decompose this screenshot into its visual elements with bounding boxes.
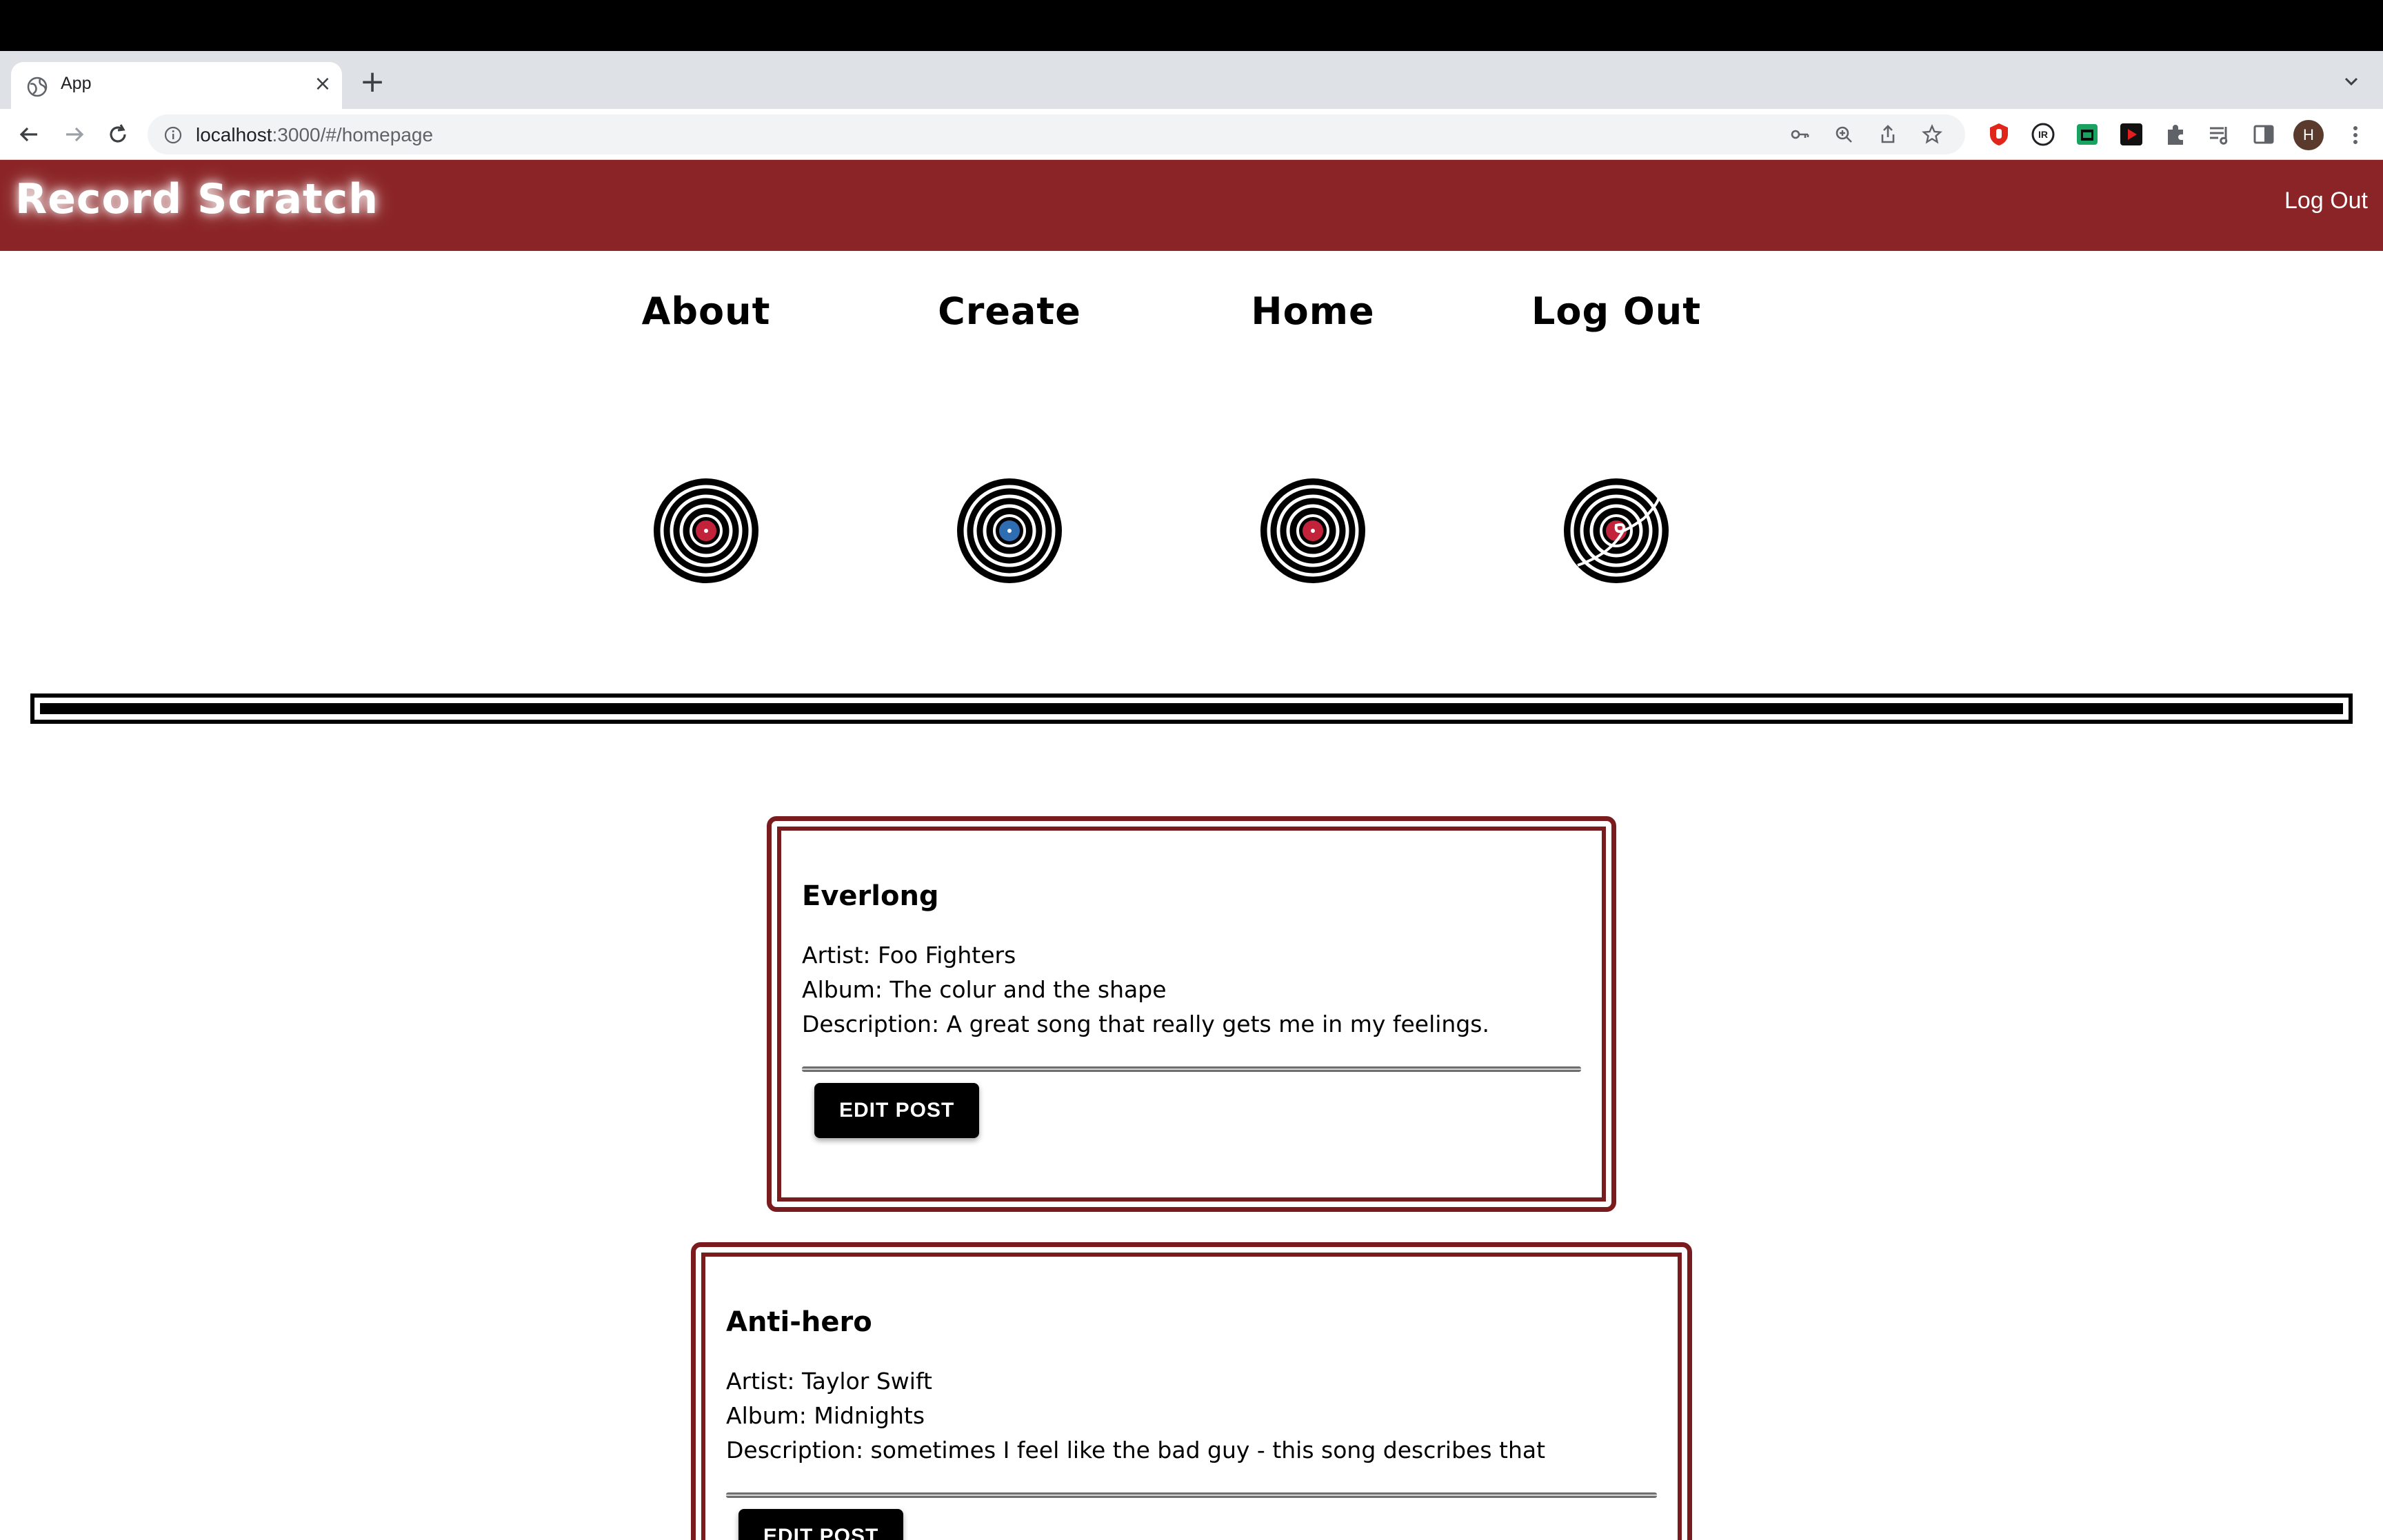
key-icon[interactable] <box>1789 123 1811 145</box>
side-panel-icon[interactable] <box>2251 121 2277 148</box>
nav-logout[interactable]: Log Out <box>1513 290 1720 333</box>
divider-bar <box>40 703 2343 714</box>
zoom-icon[interactable] <box>1833 123 1855 145</box>
edit-post-button[interactable]: EDIT POST <box>738 1509 904 1540</box>
app-header: Record Scratch Log Out <box>0 160 2383 251</box>
post-title: Anti-hero <box>726 1306 872 1338</box>
ir-extension-icon[interactable]: IR <box>2030 121 2056 148</box>
post-description: Description: sometimes I feel like the b… <box>726 1437 1546 1463</box>
shield-extension-icon[interactable] <box>1986 121 2012 148</box>
reading-list-icon[interactable] <box>2206 121 2233 148</box>
tab-title: App <box>61 74 92 93</box>
nav-logout-label: Log Out <box>1531 290 1702 333</box>
header-logout-link[interactable]: Log Out <box>2284 188 2368 214</box>
post-card: Everlong Artist: Foo Fighters Album: The… <box>767 816 1616 1212</box>
brand-title[interactable]: Record Scratch <box>15 175 379 223</box>
chevron-down-icon[interactable] <box>2337 68 2365 95</box>
post-divider <box>802 1066 1581 1072</box>
nav-about-label: About <box>641 290 771 333</box>
bookmark-star-icon[interactable] <box>1921 123 1943 145</box>
vinyl-record-icon[interactable] <box>956 477 1063 585</box>
svg-text:IR: IR <box>2038 129 2048 140</box>
vinyl-record-icon[interactable] <box>652 477 760 585</box>
nav-about[interactable]: About <box>603 290 810 333</box>
nav-home[interactable]: Home <box>1209 290 1416 333</box>
edit-post-button[interactable]: EDIT POST <box>814 1083 980 1138</box>
post-content: Everlong Artist: Foo Fighters Album: The… <box>802 880 1581 1138</box>
browser-tab[interactable]: App × <box>11 62 342 109</box>
share-icon[interactable] <box>1877 123 1899 145</box>
browser-toolbar: localhost:3000/#/homepage IR H <box>0 109 2383 160</box>
profile-avatar[interactable]: H <box>2293 120 2324 150</box>
puzzle-icon[interactable] <box>2162 121 2189 148</box>
address-bar[interactable]: localhost:3000/#/homepage <box>148 114 1965 154</box>
post-divider <box>726 1492 1657 1498</box>
more-menu-icon[interactable] <box>2342 121 2369 149</box>
video-extension-icon[interactable] <box>2118 121 2144 148</box>
post-description: Description: A great song that really ge… <box>802 1011 1489 1037</box>
nav-create-label: Create <box>938 290 1081 333</box>
calendar-extension-icon[interactable] <box>2074 121 2100 148</box>
info-icon[interactable] <box>164 126 182 144</box>
tab-strip: App × + <box>0 51 2383 109</box>
url-text[interactable]: localhost:3000/#/homepage <box>196 124 433 146</box>
forward-arrow-icon[interactable] <box>58 119 90 150</box>
post-artist: Artist: Foo Fighters <box>802 942 1016 969</box>
back-arrow-icon[interactable] <box>14 119 46 150</box>
url-path: :3000/#/homepage <box>272 124 434 145</box>
post-title: Everlong <box>802 880 939 912</box>
close-tab-icon[interactable]: × <box>308 69 338 99</box>
post-artist: Artist: Taylor Swift <box>726 1368 932 1395</box>
reload-icon[interactable] <box>102 119 134 150</box>
post-content: Anti-hero Artist: Taylor Swift Album: Mi… <box>726 1306 1657 1540</box>
new-tab-button[interactable]: + <box>356 66 389 99</box>
post-card: Anti-hero Artist: Taylor Swift Album: Mi… <box>691 1242 1692 1540</box>
url-host: localhost <box>196 124 272 145</box>
vinyl-record-icon[interactable] <box>1259 477 1367 585</box>
screen-top-bar <box>0 0 2383 51</box>
section-divider <box>30 693 2353 724</box>
globe-icon <box>27 77 48 97</box>
post-album: Album: The colur and the shape <box>802 976 1167 1003</box>
nav-home-label: Home <box>1251 290 1375 333</box>
scratched-record-icon[interactable] <box>1562 477 1670 585</box>
nav-create[interactable]: Create <box>906 290 1113 333</box>
post-album: Album: Midnights <box>726 1402 925 1429</box>
